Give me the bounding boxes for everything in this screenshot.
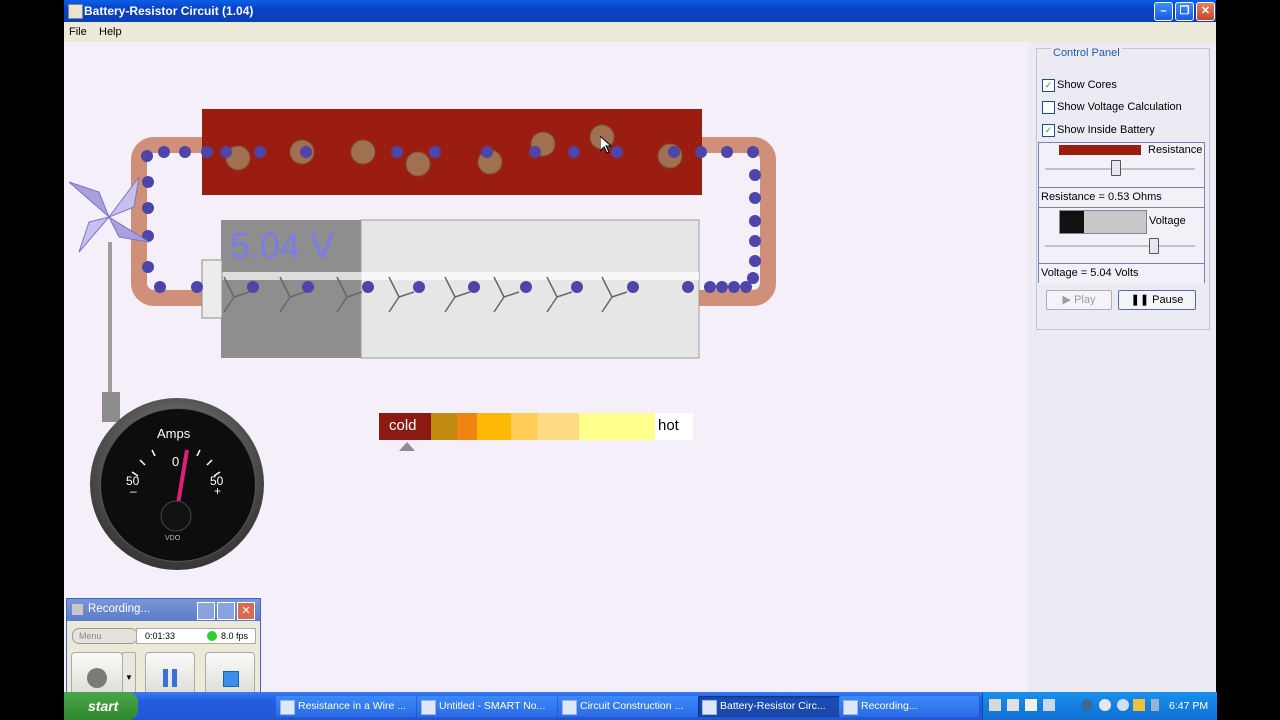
recorder-fps: 8.0 fps <box>221 631 249 641</box>
battery-preview-icon <box>1059 210 1147 234</box>
resistor <box>202 109 702 195</box>
voltage-control: Voltage Voltage = 5.04 Volts <box>1038 207 1205 283</box>
ammeter: Amps 0 50 – 50 + VDO <box>90 398 264 570</box>
voltage-readout: Voltage = 5.04 Volts <box>1041 267 1139 279</box>
close-button[interactable]: ✕ <box>1196 2 1215 21</box>
resistance-slider-thumb[interactable] <box>1111 160 1121 176</box>
pause-button[interactable]: ❚❚ Pause <box>1118 290 1196 310</box>
recorder-elapsed: 0:01:33 <box>145 631 176 641</box>
circuit-drawing <box>68 109 776 422</box>
tray-battery-icon[interactable] <box>1151 699 1159 711</box>
resistance-control: Resistance Resistance = 0.53 Ohms <box>1038 142 1205 207</box>
system-tray: 6:47 PM <box>982 692 1217 720</box>
minimize-button[interactable]: – <box>1154 2 1173 21</box>
task-battery-resistor-circuit[interactable]: Battery-Resistor Circ... <box>698 696 846 717</box>
mouse-cursor-icon <box>600 136 612 154</box>
play-label: Play <box>1074 294 1096 306</box>
recorder-title-bar[interactable]: Recording... ✕ <box>67 599 260 621</box>
app-icon <box>68 4 83 19</box>
recorder-close-button[interactable]: ✕ <box>237 602 255 620</box>
heat-scale-marker <box>399 442 415 451</box>
play-button[interactable]: ▶ Play <box>1046 290 1112 310</box>
recorder-maximize-button[interactable] <box>217 602 235 620</box>
recorder-menu-dropdown[interactable]: Menu <box>72 628 138 644</box>
pause-label: Pause <box>1152 294 1184 306</box>
tray-app-icon[interactable] <box>1099 699 1111 711</box>
clock[interactable]: 6:47 PM <box>1169 700 1208 712</box>
record-icon <box>87 668 107 688</box>
task-circuit-construction[interactable]: Circuit Construction ... <box>558 696 698 717</box>
maximize-button[interactable]: ❐ <box>1175 2 1194 21</box>
ammeter-needle <box>131 449 221 532</box>
recorder-title: Recording... <box>88 603 151 615</box>
tray-network-icon[interactable] <box>1043 699 1055 711</box>
show-cores-checkbox[interactable]: ✓ <box>1042 79 1055 92</box>
voltage-slider-track[interactable] <box>1045 245 1195 247</box>
recorder-status: 0:01:33 8.0 fps <box>136 628 256 644</box>
recorder-app-icon <box>72 604 83 615</box>
show-inside-battery-label: Show Inside Battery <box>1057 124 1155 136</box>
tray-help-icon[interactable] <box>1025 699 1037 711</box>
title-bar[interactable]: Battery-Resistor Circuit (1.04) – ❐ ✕ <box>64 0 1216 22</box>
window-title: Battery-Resistor Circuit (1.04) <box>84 4 254 18</box>
tray-status-icon[interactable] <box>1081 699 1093 711</box>
recording-status-icon <box>207 631 217 641</box>
voltage-slider-thumb[interactable] <box>1149 238 1159 254</box>
pause-icon: ❚❚ <box>1130 294 1150 306</box>
heat-scale-hot-label: hot <box>658 417 679 434</box>
heat-scale-cold-label: cold <box>389 417 417 434</box>
resistance-label: Resistance <box>1148 144 1203 156</box>
show-cores-label: Show Cores <box>1057 79 1117 91</box>
resistance-readout: Resistance = 0.53 Ohms <box>1041 191 1162 203</box>
menu-help[interactable]: Help <box>99 26 122 38</box>
control-panel: Control Panel ✓ Show Cores Show Voltage … <box>1028 42 1216 692</box>
tray-volume-icon[interactable] <box>1133 699 1145 711</box>
voltage-label: Voltage <box>1149 215 1186 227</box>
heat-scale: cold hot <box>379 413 693 451</box>
recorder-minimize-button[interactable] <box>197 602 215 620</box>
menu-file[interactable]: File <box>69 26 87 38</box>
show-voltage-calculation-checkbox[interactable] <box>1042 101 1055 114</box>
menu-bar: File Help <box>64 22 1216 42</box>
show-voltage-calculation-label: Show Voltage Calculation <box>1057 101 1182 113</box>
java-icon <box>562 700 577 715</box>
tray-sync-icon[interactable] <box>1117 699 1129 711</box>
start-button[interactable]: start <box>64 692 138 720</box>
control-panel-title: Control Panel <box>1051 47 1122 59</box>
tray-pen-icon[interactable] <box>989 699 1001 711</box>
task-recording[interactable]: Recording... <box>839 696 979 717</box>
firefox-icon <box>280 700 295 715</box>
resistor-preview-icon <box>1059 145 1141 155</box>
notebook-icon <box>421 700 436 715</box>
simulation-canvas: 5.04 V cold hot Amps 0 50 – 50 + VDO <box>64 42 1028 692</box>
java-icon <box>702 700 717 715</box>
battery-voltage-label: 5.04 V <box>230 225 335 266</box>
show-inside-battery-checkbox[interactable]: ✓ <box>1042 124 1055 137</box>
taskbar: start Resistance in a Wire ... Untitled … <box>64 692 1217 720</box>
play-icon: ▶ <box>1062 294 1071 306</box>
stop-icon <box>223 671 239 687</box>
task-resistance-in-a-wire[interactable]: Resistance in a Wire ... <box>276 696 416 717</box>
recorder-menu-label: Menu <box>79 631 102 641</box>
pause-record-icon <box>163 669 168 687</box>
start-label: start <box>88 698 119 714</box>
tray-keyboard-icon[interactable] <box>1007 699 1019 711</box>
recorder-icon <box>843 700 858 715</box>
task-smart-notebook[interactable]: Untitled - SMART No... <box>417 696 557 717</box>
